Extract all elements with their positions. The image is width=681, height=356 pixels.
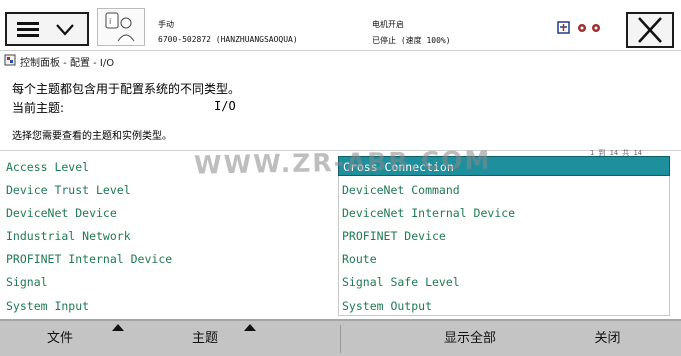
robot-status-icons[interactable] bbox=[556, 20, 616, 36]
close-button[interactable]: 关闭 bbox=[560, 321, 655, 356]
current-topic-label: 当前主题: bbox=[12, 101, 65, 115]
topic-menu-up-arrow-icon bbox=[244, 324, 256, 331]
close-window-button[interactable] bbox=[626, 12, 674, 48]
divider bbox=[340, 325, 341, 353]
watermark: WWW.ZR-ABB.COM bbox=[193, 145, 492, 180]
control-panel-icon bbox=[4, 54, 16, 66]
instruction-text: 选择您需要查看的主题和实例类型。 bbox=[12, 131, 172, 142]
type-item-system-input[interactable]: System Input bbox=[6, 296, 89, 316]
type-item-profinet-internal-device[interactable]: PROFINET Internal Device bbox=[6, 249, 172, 269]
file-menu-label: 文件 bbox=[46, 331, 73, 346]
program-status-text: 已停止 (速度 100%) bbox=[372, 36, 451, 45]
type-item-route[interactable]: Route bbox=[342, 249, 377, 269]
abb-menu-button[interactable] bbox=[5, 12, 89, 46]
type-item-devicenet-internal-device[interactable]: DeviceNet Internal Device bbox=[342, 203, 515, 223]
motor-status-text: 电机开启 bbox=[372, 20, 404, 29]
topic-menu-label: 主题 bbox=[191, 331, 218, 346]
operator-mode-text: 手动 bbox=[158, 20, 174, 29]
type-item-devicenet-command[interactable]: DeviceNet Command bbox=[342, 180, 460, 200]
chevron-down-icon bbox=[56, 24, 74, 36]
file-menu-up-arrow-icon bbox=[112, 324, 124, 331]
type-item-industrial-network[interactable]: Industrial Network bbox=[6, 226, 131, 246]
svg-text:i: i bbox=[109, 17, 111, 26]
show-all-label: 显示全部 bbox=[443, 331, 496, 346]
file-menu-button[interactable]: 文件 bbox=[0, 321, 120, 356]
type-item-access-level[interactable]: Access Level bbox=[6, 157, 89, 177]
type-item-signal[interactable]: Signal bbox=[6, 272, 48, 292]
breadcrumb: 控制面板 - 配置 - I/O bbox=[0, 51, 681, 69]
topic-description: 每个主题都包含用于配置系统的不同类型。 bbox=[12, 82, 241, 96]
show-all-button[interactable]: 显示全部 bbox=[405, 321, 535, 356]
breadcrumb-text: 控制面板 - 配置 - I/O bbox=[20, 58, 115, 69]
type-item-device-trust-level[interactable]: Device Trust Level bbox=[6, 180, 131, 200]
type-item-signal-safe-level[interactable]: Signal Safe Level bbox=[342, 272, 460, 292]
type-item-profinet-device[interactable]: PROFINET Device bbox=[342, 226, 446, 246]
type-item-devicenet-device[interactable]: DeviceNet Device bbox=[6, 203, 117, 223]
close-label: 关闭 bbox=[594, 331, 621, 346]
operator-window-button[interactable]: i bbox=[97, 8, 145, 46]
type-item-system-output[interactable]: System Output bbox=[342, 296, 432, 316]
command-bar: 文件 主题 显示全部 关闭 bbox=[0, 319, 681, 356]
close-icon bbox=[638, 17, 662, 43]
hamburger-icon bbox=[17, 22, 39, 38]
operator-icon: i bbox=[105, 12, 135, 42]
controller-name-text: 6700-502872 (HANZHUANGSAOQUA) bbox=[158, 35, 298, 44]
current-topic-value: I/O bbox=[214, 99, 236, 113]
